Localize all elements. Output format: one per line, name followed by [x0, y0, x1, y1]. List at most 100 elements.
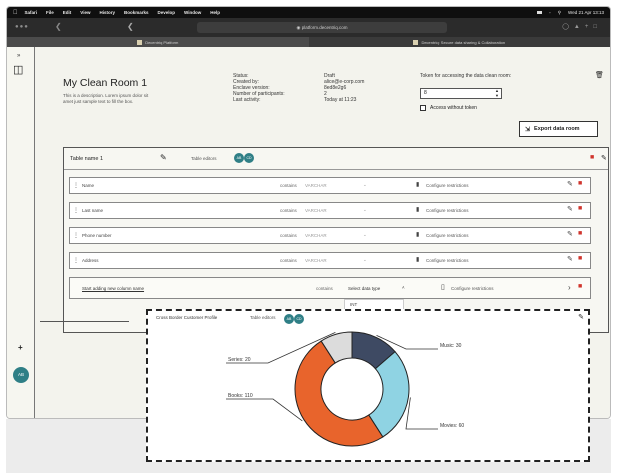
- contains-label: contains: [280, 183, 297, 188]
- token-value: 8: [424, 90, 427, 96]
- delete-row-icon[interactable]: ■: [578, 283, 582, 290]
- column-name[interactable]: Phone number: [82, 233, 112, 238]
- battery-icon[interactable]: [537, 11, 543, 14]
- export-icon: ⇲: [525, 126, 531, 133]
- drag-handle-icon[interactable]: ⋮: [73, 182, 79, 189]
- table-row: ⋮ Name contains VARCHAR ⌄ ▮ Configure re…: [69, 177, 591, 194]
- contains-label: contains: [316, 286, 333, 291]
- data-type-select[interactable]: Select data type: [348, 286, 380, 291]
- access-without-token[interactable]: Access without token: [420, 105, 477, 111]
- configure-restrictions[interactable]: Configure restrictions: [426, 183, 469, 188]
- clock[interactable]: Wed 21 Apr 13:13: [568, 10, 604, 15]
- new-column-row: Start adding new column name contains Se…: [69, 277, 591, 299]
- menu-file[interactable]: File: [46, 10, 54, 15]
- tab-label: Decentriq: Secure data sharing & Collabo…: [421, 39, 506, 45]
- delete-room-icon[interactable]: 🗑: [595, 71, 604, 79]
- configure-restrictions[interactable]: Configure restrictions: [426, 208, 469, 213]
- chevron-down-icon[interactable]: ⌄: [363, 257, 367, 263]
- menu-app[interactable]: Safari: [25, 10, 38, 15]
- editor-avatar[interactable]: CD: [244, 153, 254, 163]
- export-label: Export data room: [534, 126, 580, 132]
- activity-value: Today at 11:23: [324, 97, 357, 103]
- chart-overlay: Cross Border Customer Profile Table edit…: [146, 309, 590, 462]
- delete-row-icon[interactable]: ■: [578, 205, 582, 212]
- leader-line: [405, 397, 438, 430]
- delete-row-icon[interactable]: ■: [578, 180, 582, 187]
- room-meta-labels: Status: Created by: Enclave version: Num…: [233, 73, 285, 103]
- edit-table-icon[interactable]: ✎: [160, 153, 167, 162]
- configure-restrictions[interactable]: Configure restrictions: [426, 258, 469, 263]
- delete-row-icon[interactable]: ■: [578, 255, 582, 262]
- configure-restrictions[interactable]: Configure restrictions: [426, 233, 469, 238]
- edit-row-icon[interactable]: ✎: [567, 230, 573, 238]
- export-button[interactable]: ⇲ Export data room: [519, 121, 598, 137]
- table-row: ⋮ Phone number contains VARCHAR ⌄ ▮ Conf…: [69, 227, 591, 244]
- table-card: Table name 1 ✎ Table editors AB CD ■ ✎ ⋮…: [63, 147, 609, 333]
- access-checkbox[interactable]: [420, 105, 426, 111]
- search-icon[interactable]: ⚲: [558, 10, 561, 16]
- favicon-icon: [137, 39, 143, 45]
- column-name[interactable]: Address: [82, 258, 99, 263]
- token-input[interactable]: 8 ▲ ▼: [420, 88, 502, 99]
- menu-view[interactable]: View: [80, 10, 90, 15]
- delete-table-icon[interactable]: ■: [590, 154, 594, 161]
- chevron-down-icon[interactable]: ⌄: [363, 182, 367, 188]
- address-bar[interactable]: ◉ platform.decentriq.com: [197, 22, 447, 33]
- slice-label: Series: 20: [228, 357, 251, 363]
- wifi-icon[interactable]: ◦: [549, 10, 551, 15]
- room-description[interactable]: This is a description. Lorem ipsum dolor…: [63, 93, 153, 105]
- menu-develop[interactable]: Develop: [158, 10, 176, 15]
- restrictions-icon: ▯: [441, 284, 445, 291]
- back-icon[interactable]: ❮: [55, 22, 62, 31]
- menu-window[interactable]: Window: [184, 10, 201, 15]
- data-type-select[interactable]: VARCHAR: [305, 258, 327, 263]
- forward-icon[interactable]: ❮: [127, 22, 134, 31]
- chevron-down-icon[interactable]: ⌄: [363, 232, 367, 238]
- menu-help[interactable]: Help: [210, 10, 220, 15]
- donut-chart: Music: 30 Movies: 60 Books: 110 Series: 20: [226, 331, 464, 447]
- restrictions-icon: ▮: [416, 232, 420, 238]
- favicon-icon: [413, 39, 419, 45]
- token-stepper-icon[interactable]: ▲ ▼: [495, 88, 499, 98]
- configure-restrictions[interactable]: Configure restrictions: [451, 286, 494, 291]
- restrictions-icon: ▮: [416, 182, 420, 188]
- new-column-input[interactable]: Start adding new column name: [82, 286, 144, 291]
- table-header: Table name 1 ✎ Table editors AB CD ■ ✎: [64, 148, 608, 170]
- tab-platform[interactable]: Decentriq Platform: [7, 37, 309, 47]
- column-name[interactable]: Name: [82, 183, 94, 188]
- collapse-icon[interactable]: »: [17, 53, 20, 59]
- rooms-icon[interactable]: ◫: [13, 63, 23, 76]
- drag-handle-icon[interactable]: ⋮: [73, 207, 79, 214]
- slice-label: Music: 30: [440, 343, 462, 349]
- window-controls-icon[interactable]: ●●●: [15, 24, 29, 30]
- apple-icon[interactable]: : [13, 10, 18, 16]
- delete-row-icon[interactable]: ■: [578, 230, 582, 237]
- tab-website[interactable]: Decentriq: Secure data sharing & Collabo…: [309, 37, 611, 47]
- drag-handle-icon[interactable]: ⋮: [73, 232, 79, 239]
- edit-row-icon[interactable]: ✎: [567, 205, 573, 213]
- room-meta-values: Draft alice@e-corp.com 8ed8e2g6 2 Today …: [324, 73, 364, 103]
- pen-icon[interactable]: ✎: [601, 154, 607, 162]
- data-type-select[interactable]: VARCHAR: [305, 208, 327, 213]
- slice-label: Books: 110: [228, 393, 253, 399]
- data-type-select[interactable]: VARCHAR: [305, 183, 327, 188]
- data-type-select[interactable]: VARCHAR: [305, 233, 327, 238]
- menu-bookmarks[interactable]: Bookmarks: [124, 10, 149, 15]
- edit-row-icon[interactable]: ✎: [567, 255, 573, 263]
- column-name[interactable]: Last name: [82, 208, 103, 213]
- add-room-icon[interactable]: +: [18, 343, 23, 352]
- chevron-down-icon[interactable]: ⌄: [363, 207, 367, 213]
- chevron-up-icon[interactable]: ˄: [402, 285, 405, 290]
- meta-label: Last activity:: [233, 97, 261, 103]
- share-icon[interactable]: ◯▲+□: [562, 23, 602, 30]
- drag-handle-icon[interactable]: ⋮: [73, 257, 79, 264]
- editor-avatar[interactable]: AB: [234, 153, 244, 163]
- chevron-right-icon[interactable]: ›: [568, 283, 571, 292]
- edit-row-icon[interactable]: ✎: [567, 180, 573, 188]
- avatar[interactable]: AB: [13, 367, 29, 383]
- table-name[interactable]: Table name 1: [70, 156, 103, 162]
- menu-history[interactable]: History: [99, 10, 115, 15]
- dropdown-option[interactable]: INT: [350, 302, 357, 307]
- menu-edit[interactable]: Edit: [63, 10, 72, 15]
- page-title: My Clean Room 1: [63, 77, 148, 89]
